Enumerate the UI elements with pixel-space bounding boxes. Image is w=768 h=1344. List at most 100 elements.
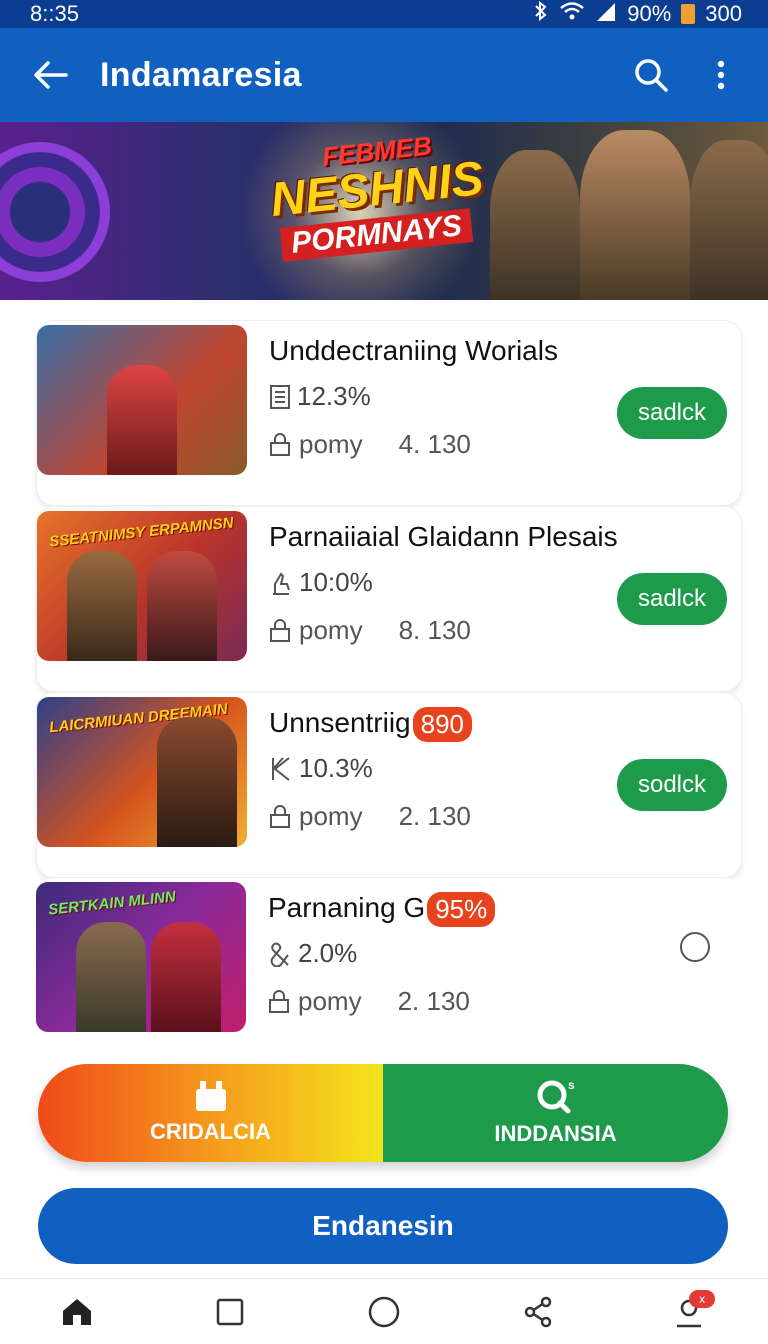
- game-title: Unddectraniing Worials: [269, 335, 558, 367]
- page-title: Indamaresia: [100, 55, 302, 94]
- status-time: 8::35: [30, 1, 79, 26]
- soldier-figure: [690, 140, 768, 300]
- nav-share[interactable]: [508, 1282, 568, 1342]
- share-icon: [524, 1296, 551, 1327]
- inddansia-button[interactable]: s INDDANSIA: [383, 1064, 728, 1162]
- thumbnail-caption: SSEATNIMSY ERPAMNSN: [48, 514, 235, 551]
- game-card[interactable]: Unddectraniing Worials 12.3% pomy 4. 130…: [36, 320, 742, 506]
- game-thumbnail: [37, 325, 247, 475]
- inddansia-label: INDDANSIA: [494, 1121, 617, 1146]
- signal-icon: [595, 1, 617, 27]
- banner-headline: FEBMEB NESHNIS PORMNAYS: [262, 130, 492, 262]
- game-stat-value: 10:0%: [299, 567, 373, 597]
- character-figure: [107, 365, 177, 475]
- game-stat: 12.3%: [269, 381, 371, 412]
- endanesin-button[interactable]: Endanesin: [38, 1188, 728, 1264]
- status-extra: 300: [705, 1, 742, 26]
- game-meta: pomy 2. 130: [269, 801, 471, 832]
- game-stat-value: 2.0%: [298, 938, 358, 968]
- game-stat-value: 10.3%: [299, 753, 373, 783]
- soldier-figure: [490, 150, 580, 300]
- search-button[interactable]: [616, 28, 686, 122]
- character-figure: [151, 922, 221, 1032]
- status-icons: 90% 300: [533, 0, 742, 27]
- more-options-button[interactable]: [686, 28, 756, 122]
- dual-action-bar: CRIDALCIA s INDDANSIA: [38, 1064, 728, 1162]
- circle-icon: [368, 1296, 400, 1327]
- nav-profile[interactable]: x: [661, 1282, 721, 1342]
- bottom-nav: x: [0, 1278, 768, 1344]
- status-bar: 8::35 90% 300: [0, 0, 768, 28]
- game-meta: pomy 2. 130: [268, 986, 470, 1017]
- cridalcia-button[interactable]: CRIDALCIA: [38, 1064, 383, 1162]
- document-icon: [270, 384, 290, 409]
- battery-percent: 90%: [627, 1, 672, 26]
- game-thumbnail: SSEATNIMSY ERPAMNSN: [37, 511, 247, 661]
- bluetooth-icon: [533, 0, 549, 27]
- promo-banner[interactable]: FEBMEB NESHNIS PORMNAYS: [0, 122, 768, 300]
- lock-icon: [270, 618, 290, 642]
- more-vert-icon: [717, 60, 725, 90]
- ampersand-icon: [270, 942, 289, 967]
- wheel-graphic: [0, 142, 110, 282]
- game-meta-label: pomy: [298, 986, 362, 1016]
- game-title: Unnsentriig 890: [269, 707, 473, 743]
- app-screen: 8::35 90% 300 Indamaresia FEBMEB NESHNIS…: [0, 0, 768, 1344]
- gift-icon: [195, 1081, 226, 1111]
- game-thumbnail: LAICRMIUAN DREEMAIN: [37, 697, 247, 847]
- game-list: Unddectraniing Worials 12.3% pomy 4. 130…: [36, 320, 742, 1064]
- game-stat-value: 12.3%: [297, 381, 371, 411]
- game-meta: pomy 4. 130: [269, 429, 471, 460]
- arrow-left-icon: [34, 61, 68, 89]
- k-icon: [272, 756, 290, 781]
- game-title-text: Unnsentriig: [269, 707, 411, 738]
- game-title-text: Parnaning G: [268, 892, 426, 923]
- character-figure: [147, 551, 217, 661]
- game-meta-label: pomy: [299, 429, 363, 459]
- soldier-figure: [580, 130, 690, 300]
- nav-circle[interactable]: [354, 1282, 414, 1342]
- search-coin-icon: s: [537, 1079, 575, 1114]
- game-action-button[interactable]: sadlck: [617, 387, 727, 439]
- wifi-icon: [559, 1, 585, 27]
- game-card[interactable]: SSEATNIMSY ERPAMNSN Parnaiiaial Glaidann…: [36, 506, 742, 692]
- lock-icon: [270, 432, 290, 456]
- svg-text:s: s: [568, 1079, 575, 1092]
- character-figure: [67, 551, 137, 661]
- character-figure: [157, 717, 237, 847]
- game-title: Parnaning G 95%: [268, 892, 496, 928]
- game-stat: 10:0%: [269, 567, 373, 598]
- game-action-button[interactable]: sadlck: [617, 573, 727, 625]
- thumbnail-caption: SERTKAIN MLINN: [47, 888, 177, 919]
- square-icon: [217, 1298, 244, 1325]
- game-title-text: Unddectraniing Worials: [269, 335, 558, 366]
- game-meta-label: pomy: [299, 615, 363, 645]
- game-action-button[interactable]: sodlck: [617, 759, 727, 811]
- game-meta-value: 4. 130: [398, 429, 471, 459]
- game-meta: pomy 8. 130: [269, 615, 471, 646]
- hand-icon: [273, 571, 290, 595]
- game-thumbnail: SERTKAIN MLINN: [36, 882, 246, 1032]
- game-title: Parnaiiaial Glaidann Plesais: [269, 521, 618, 553]
- notification-badge: x: [689, 1289, 716, 1308]
- game-badge: 95%: [427, 892, 496, 928]
- nav-home[interactable]: [47, 1282, 107, 1342]
- game-card[interactable]: SERTKAIN MLINN Parnaning G 95% 2.0% pomy …: [36, 878, 742, 1064]
- app-bar: Indamaresia: [0, 28, 768, 122]
- home-icon: [62, 1298, 91, 1325]
- battery-icon: [681, 4, 696, 24]
- select-radio[interactable]: [680, 932, 710, 962]
- game-meta-label: pomy: [299, 801, 363, 831]
- game-stat: 2.0%: [268, 938, 357, 969]
- game-stat: 10.3%: [269, 753, 373, 784]
- game-card[interactable]: LAICRMIUAN DREEMAIN Unnsentriig 890 10.3%…: [36, 692, 742, 878]
- back-button[interactable]: [0, 28, 100, 122]
- game-meta-value: 8. 130: [398, 615, 471, 645]
- lock-icon: [270, 804, 290, 828]
- game-meta-value: 2. 130: [398, 801, 471, 831]
- search-icon: [635, 59, 668, 92]
- cridalcia-label: CRIDALCIA: [150, 1119, 271, 1144]
- game-badge: 890: [412, 707, 473, 743]
- game-title-text: Parnaiiaial Glaidann Plesais: [269, 521, 618, 552]
- nav-recents[interactable]: [200, 1282, 260, 1342]
